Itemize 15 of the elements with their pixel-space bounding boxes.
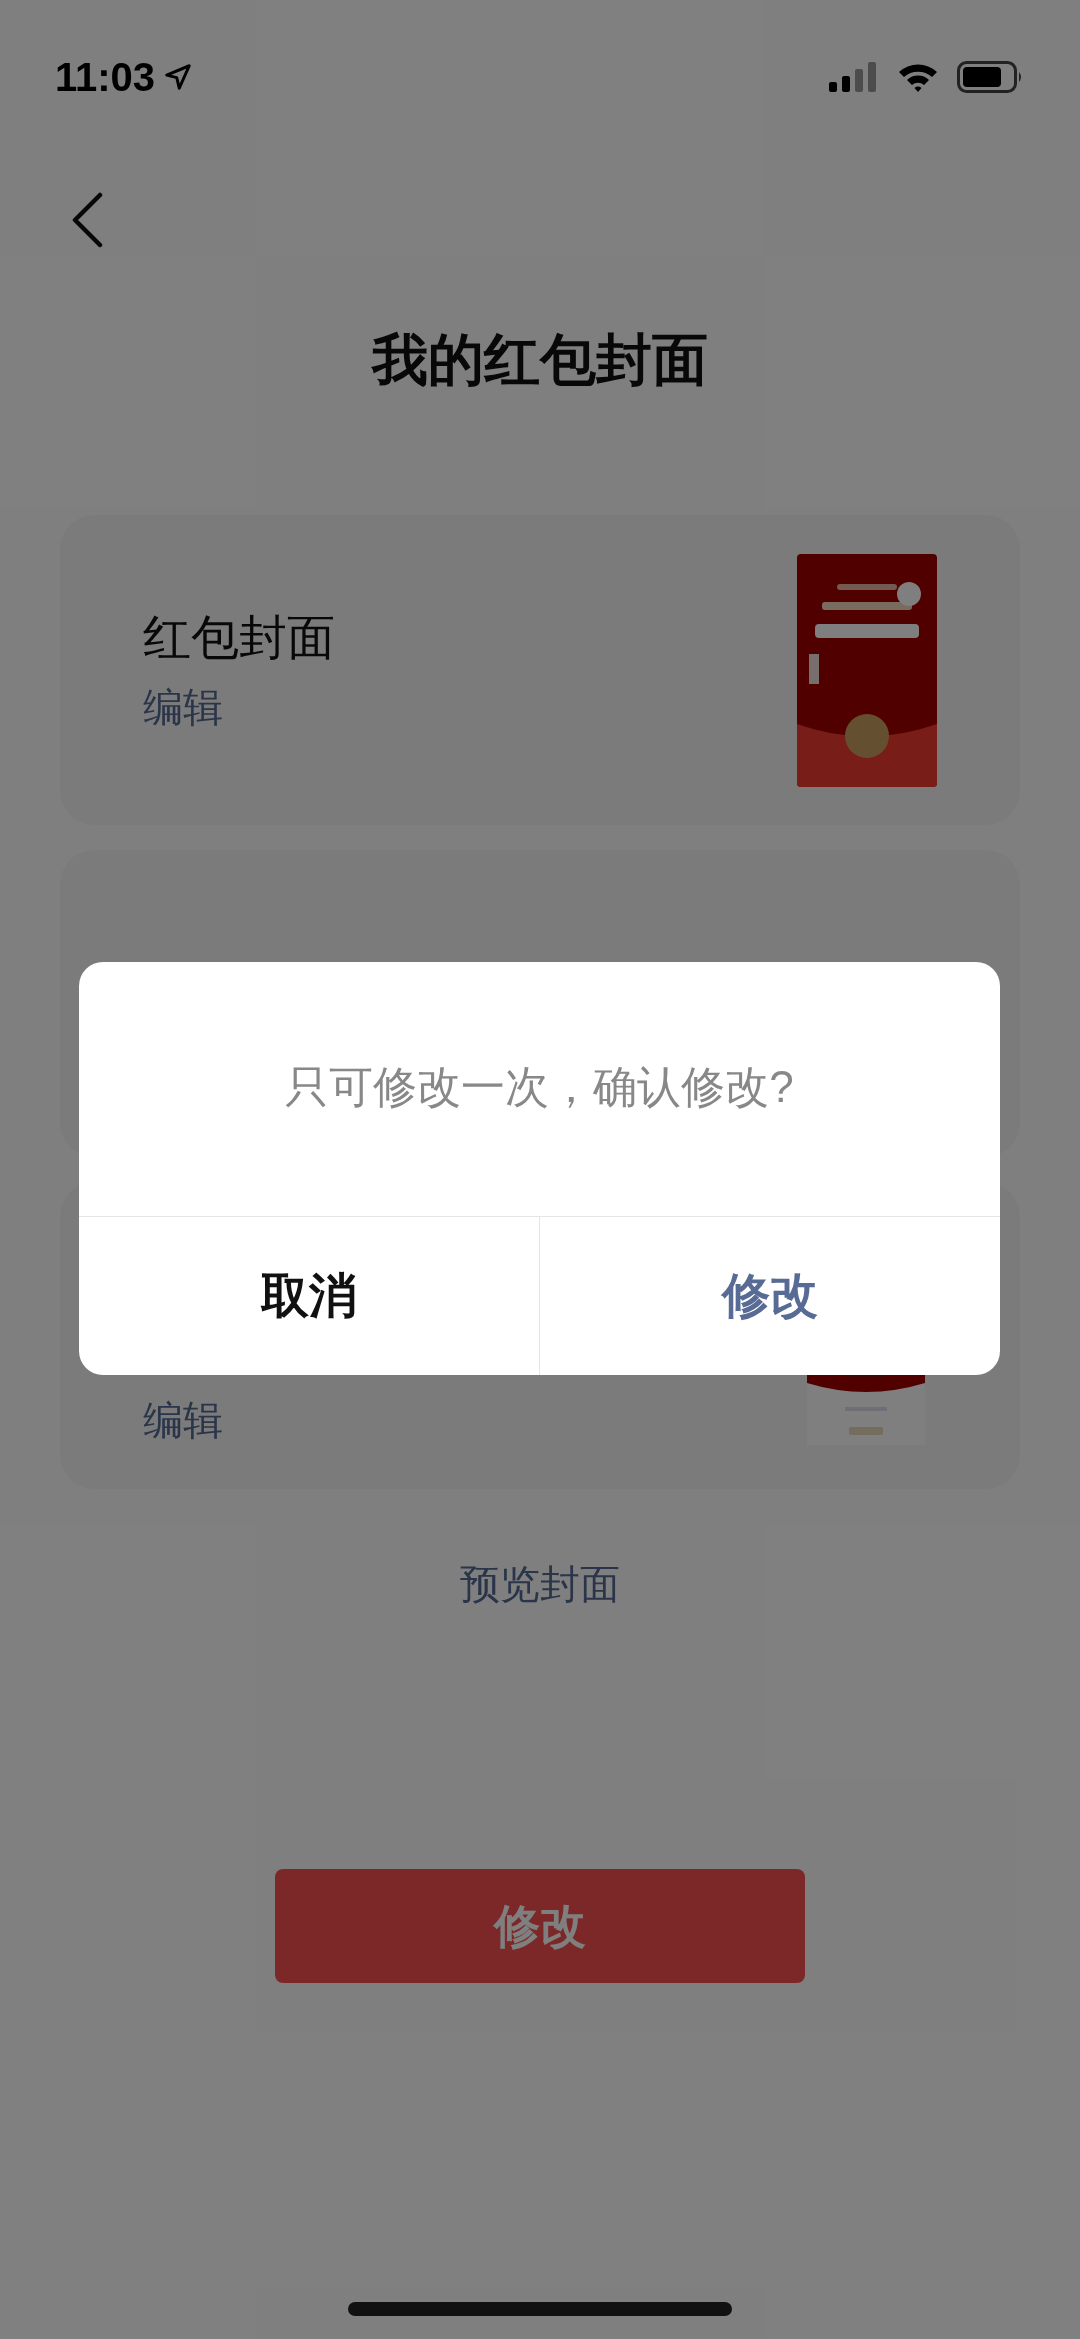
battery-icon (957, 61, 1023, 93)
signal-icon (829, 62, 879, 92)
back-icon[interactable] (70, 192, 104, 248)
wifi-icon (897, 62, 939, 92)
confirm-button[interactable]: 修改 (539, 1217, 1000, 1375)
dialog-message: 只可修改一次，确认修改? (285, 1061, 794, 1113)
edit-link[interactable]: 编辑 (143, 682, 335, 732)
page-title: 我的红包封面 (372, 332, 708, 388)
status-time: 11:03 (55, 57, 156, 97)
preview-link[interactable]: 预览封面 (460, 1554, 620, 1614)
edit-link[interactable]: 编辑 (143, 1395, 223, 1445)
location-icon (163, 62, 194, 92)
cancel-button[interactable]: 取消 (79, 1217, 539, 1375)
card-title: 红包封面 (143, 610, 335, 666)
modify-button[interactable]: 修改 (275, 1869, 805, 1983)
